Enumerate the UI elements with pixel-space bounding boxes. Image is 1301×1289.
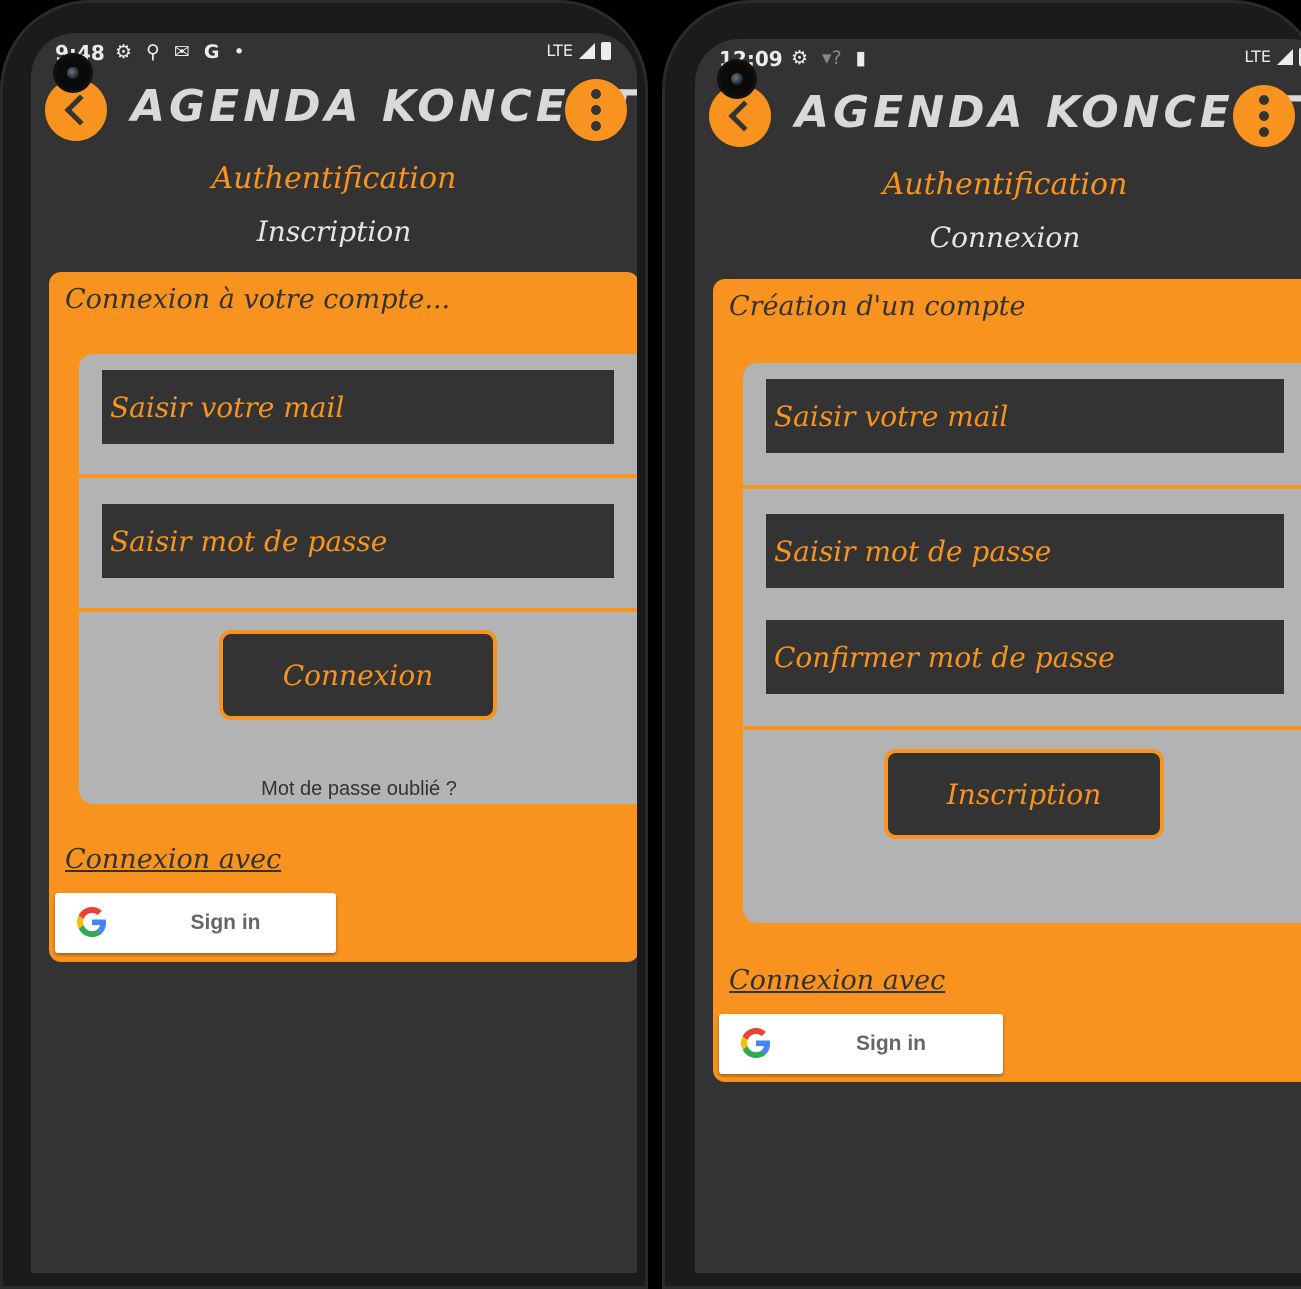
kebab-dot [1259, 95, 1269, 105]
google-g-icon [77, 907, 107, 937]
forgot-password-link[interactable]: Mot de passe oublié ? [79, 778, 637, 801]
kebab-dot [591, 89, 601, 99]
front-camera [53, 53, 93, 93]
login-form: Saisir votre mail Saisir mot de passe Co… [79, 354, 637, 804]
phone-frame-login: 9:48 ⚙ ⚲ ✉ G • LTE AGENDA KONCERT Authen… [0, 0, 648, 1289]
switch-to-signup-link[interactable]: Inscription [31, 215, 637, 248]
page-title: Authentification [882, 167, 1128, 202]
divider [79, 608, 637, 612]
kebab-dot [1259, 111, 1269, 121]
gmail-icon: ✉ [173, 41, 190, 63]
wifi-question-icon: ▾? [822, 47, 842, 69]
network-type: LTE [546, 41, 573, 60]
divider [743, 726, 1301, 730]
kebab-dot [1259, 127, 1269, 137]
google-sign-in-button[interactable]: Sign in [55, 893, 336, 953]
google-icon: G [203, 41, 220, 63]
phone-frame-signup: 12:09 ⚙ ▾? ▮ LTE AGENDA KONCERT Authenti… [662, 0, 1301, 1289]
gear-icon: ⚙ [791, 47, 809, 69]
login-button[interactable]: Connexion [219, 630, 497, 720]
social-login-label: Connexion avec [65, 844, 282, 875]
chevron-left-icon [728, 100, 760, 132]
status-bar: 12:09 ⚙ ▾? ▮ LTE [695, 39, 1301, 79]
page-title: Authentification [211, 161, 457, 196]
app-title: AGENDA KONCERT [131, 81, 637, 132]
screen-signup: 12:09 ⚙ ▾? ▮ LTE AGENDA KONCERT Authenti… [695, 39, 1301, 1273]
overflow-menu-button[interactable] [1233, 85, 1295, 147]
network-type: LTE [1244, 47, 1271, 66]
status-bar: 9:48 ⚙ ⚲ ✉ G • LTE [31, 33, 637, 73]
app-title: AGENDA KONCERT [795, 87, 1301, 138]
login-card: Connexion à votre compte... Saisir votre… [49, 272, 637, 962]
email-field[interactable]: Saisir votre mail [766, 379, 1284, 453]
google-sign-in-button[interactable]: Sign in [719, 1014, 1003, 1074]
overflow-menu-button[interactable] [565, 79, 627, 141]
battery-icon [601, 41, 611, 60]
card-title: Connexion à votre compte... [65, 284, 451, 315]
email-field[interactable]: Saisir votre mail [102, 370, 614, 444]
gear-icon: ⚙ [115, 41, 133, 63]
location-icon: ⚲ [146, 41, 160, 63]
divider [79, 474, 637, 478]
signup-button[interactable]: Inscription [884, 749, 1164, 839]
google-g-icon [741, 1028, 771, 1058]
signal-icon [1277, 48, 1293, 65]
signup-form: Saisir votre mail Saisir mot de passe Co… [743, 363, 1301, 923]
sd-card-icon: ▮ [855, 47, 867, 69]
app-bar: AGENDA KONCERT [31, 75, 637, 145]
screen-login: 9:48 ⚙ ⚲ ✉ G • LTE AGENDA KONCERT Authen… [31, 33, 637, 1273]
password-field[interactable]: Saisir mot de passe [766, 514, 1284, 588]
password-field[interactable]: Saisir mot de passe [102, 504, 614, 578]
front-camera [717, 59, 757, 99]
dot-icon: • [233, 41, 245, 63]
app-bar: AGENDA KONCERT [695, 81, 1301, 151]
confirm-password-field[interactable]: Confirmer mot de passe [766, 620, 1284, 694]
signal-icon [579, 42, 595, 59]
kebab-dot [591, 121, 601, 131]
card-title: Création d'un compte [729, 291, 1026, 322]
social-login-label: Connexion avec [729, 965, 946, 996]
signup-card: Création d'un compte Saisir votre mail S… [713, 279, 1301, 1082]
chevron-left-icon [64, 94, 96, 126]
switch-to-login-link[interactable]: Connexion [695, 221, 1301, 254]
kebab-dot [591, 105, 601, 115]
divider [743, 485, 1301, 489]
